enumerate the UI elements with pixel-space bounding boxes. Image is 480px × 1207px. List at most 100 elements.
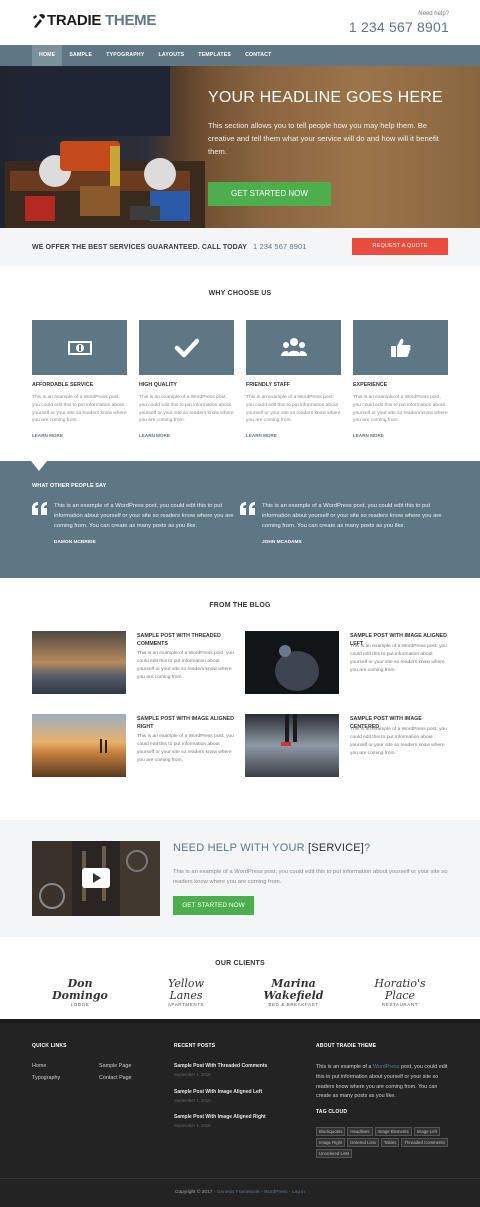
site-logo[interactable]: TRADIE THEME	[32, 12, 156, 29]
feature-experience: EXPERIENCE This is an example of a WordP…	[353, 320, 448, 438]
feature-icon-box	[139, 320, 234, 375]
nav-item-sample[interactable]: SAMPLE	[62, 45, 99, 66]
feature-icon-box	[353, 320, 448, 375]
blog-post[interactable]: SAMPLE POST WITH THREADED COMMENTS This …	[32, 631, 237, 694]
footer-link-typography[interactable]: Typography	[32, 1075, 60, 1081]
quote-icon	[240, 502, 255, 515]
post-thumbnail[interactable]	[32, 714, 126, 777]
post-excerpt: This is an example of a WordPress post, …	[137, 734, 234, 763]
logo-word-2: THEME	[105, 12, 157, 29]
learn-more-link[interactable]: LEARN MORE	[32, 433, 127, 438]
post-thumbnail[interactable]	[32, 631, 126, 694]
feature-desc: This is an example of a WordPress post, …	[246, 395, 341, 424]
footer-link-sample-page[interactable]: Sample Page	[99, 1063, 131, 1069]
client-logo: Marina Wakefield BED & BREAKFAST	[246, 978, 341, 1008]
wrench-icon	[33, 13, 45, 28]
testimonial: This is an example of a WordPress post, …	[32, 502, 237, 545]
tag-ordered-lists[interactable]: Ordered Lists	[347, 1138, 379, 1147]
feature-title: FRIENDLY STAFF	[246, 382, 291, 388]
tag-image-right[interactable]: Image Right	[316, 1138, 346, 1147]
tag-cloud-title: TAG CLOUD	[316, 1109, 348, 1115]
nav-item-home[interactable]: HOME	[32, 45, 63, 66]
recent-post[interactable]: Sample Post With Image Aligned Left Sept…	[174, 1089, 284, 1103]
post-excerpt: This is an example of a WordPress post, …	[137, 651, 234, 680]
nav-item-contact[interactable]: CONTACT	[238, 45, 278, 66]
tag-image-elements[interactable]: Image Elements	[374, 1127, 412, 1136]
site-header: TRADIE THEME Need help? 1 234 567 8901	[0, 0, 480, 45]
tag-cloud: Blockquotes Headlines Image Elements Ima…	[316, 1127, 451, 1160]
site-footer: QUICK LINKS Home Sample Page Typography …	[0, 1019, 480, 1207]
cta-section: NEED HELP WITH YOUR [SERVICE]? This is a…	[0, 820, 480, 937]
recent-post-title[interactable]: Sample Post With Threaded Comments	[174, 1063, 284, 1069]
clients-title: OUR CLIENTS	[215, 960, 265, 967]
login-link[interactable]: Log in	[292, 1190, 305, 1195]
footer-divider	[0, 1178, 480, 1179]
about-text-pre: This is an example of a	[316, 1064, 372, 1070]
recent-post-title[interactable]: Sample Post With Image Aligned Right	[174, 1114, 284, 1120]
nav-item-typography[interactable]: TYPOGRAPHY	[99, 45, 151, 66]
cta-heading-service: [SERVICE]	[308, 842, 365, 854]
services-bar-phone[interactable]: 1 234 567 8901	[253, 242, 307, 251]
testimonial-author: DAMON MCBRIDE	[54, 540, 96, 546]
hero-headline: YOUR HEADLINE GOES HERE	[208, 89, 443, 106]
learn-more-link[interactable]: LEARN MORE	[353, 433, 448, 438]
nav-item-templates[interactable]: TEMPLATES	[191, 45, 238, 66]
tag-unordered-lists[interactable]: Unordered Lists	[316, 1149, 353, 1158]
tag-image-left[interactable]: Image Left	[413, 1127, 440, 1136]
about-text: This is an example of a WordPress post, …	[316, 1063, 451, 1102]
main-nav: HOME SAMPLE TYPOGRAPHY LAYOUTS TEMPLATES…	[0, 45, 480, 66]
post-thumbnail[interactable]	[245, 714, 339, 777]
request-quote-button[interactable]: REQUEST A QUOTE	[352, 238, 448, 255]
client-subtitle: APARTMENTS	[167, 1002, 205, 1007]
feature-icon-box	[32, 320, 127, 375]
services-bar: WE OFFER THE BEST SERVICES GUARANTEED. C…	[0, 228, 480, 266]
client-subtitle: RESTAURANT	[381, 1002, 419, 1007]
learn-more-link[interactable]: LEARN MORE	[246, 433, 341, 438]
blog-post[interactable]: SAMPLE POST WITH IMAGE CENTERED This is …	[245, 714, 450, 777]
copyright-text: Copyright © 2017 ·	[175, 1190, 216, 1195]
feature-title: EXPERIENCE	[353, 382, 388, 388]
wordpress-link[interactable]: WordPress	[373, 1064, 400, 1070]
client-subtitle: LODGE	[70, 1002, 90, 1007]
cta-text: This is an example of a WordPress post, …	[173, 869, 448, 885]
feature-title: AFFORDABLE SERVICE	[32, 382, 94, 388]
recent-post[interactable]: Sample Post With Image Aligned Right Sep…	[174, 1114, 284, 1128]
footer-link-contact-page[interactable]: Contact Page	[99, 1075, 132, 1081]
recent-post-date: September 1, 2015	[174, 1098, 211, 1103]
tag-tables[interactable]: Tables	[380, 1138, 400, 1147]
tag-headlines[interactable]: Headlines	[347, 1127, 373, 1136]
client-name: Yellow Lanes	[168, 977, 204, 1002]
header-phone[interactable]: 1 234 567 8901	[349, 19, 449, 35]
video-player[interactable]	[32, 841, 160, 916]
tag-blockquotes[interactable]: Blockquotes	[316, 1127, 346, 1136]
recent-post[interactable]: Sample Post With Threaded Comments Septe…	[174, 1063, 284, 1077]
tag-threaded-comments[interactable]: Threaded Comments	[401, 1138, 448, 1147]
post-title[interactable]: SAMPLE POST WITH THREADED COMMENTS	[137, 632, 237, 648]
feature-desc: This is an example of a WordPress post, …	[353, 395, 448, 424]
recent-post-title[interactable]: Sample Post With Image Aligned Left	[174, 1089, 284, 1095]
get-started-button[interactable]: GET STARTED NOW	[208, 182, 331, 206]
testimonials-section: WHAT OTHER PEOPLE SAY This is an example…	[0, 461, 480, 578]
recent-post-date: September 1, 2015	[174, 1072, 211, 1077]
feature-quality: HIGH QUALITY This is an example of a Wor…	[139, 320, 234, 438]
client-subtitle: BED & BREAKFAST	[268, 1002, 319, 1007]
feature-icon-box	[246, 320, 341, 375]
cta-get-started-button[interactable]: GET STARTED NOW	[173, 896, 254, 915]
testimonial-author: JOHN MCADAMS	[262, 540, 302, 546]
footer-link-home[interactable]: Home	[32, 1063, 46, 1069]
feature-title: HIGH QUALITY	[139, 382, 177, 388]
post-title[interactable]: SAMPLE POST WITH IMAGE ALIGNED RIGHT	[137, 715, 237, 731]
blog-post[interactable]: SAMPLE POST WITH IMAGE ALIGNED LEFT This…	[245, 631, 450, 694]
blog-post[interactable]: SAMPLE POST WITH IMAGE ALIGNED RIGHT Thi…	[32, 714, 237, 777]
play-icon[interactable]	[82, 868, 110, 888]
nav-item-layouts[interactable]: LAYOUTS	[152, 45, 192, 66]
learn-more-link[interactable]: LEARN MORE	[139, 433, 234, 438]
testimonial: This is an example of a WordPress post, …	[240, 502, 445, 545]
section-notch	[31, 461, 47, 471]
genesis-framework-link[interactable]: Genesis Framework	[217, 1190, 260, 1195]
cta-heading-end: ?	[364, 842, 371, 854]
feature-desc: This is an example of a WordPress post, …	[32, 395, 127, 424]
wordpress-footer-link[interactable]: WordPress	[264, 1190, 288, 1195]
blog-title: FROM THE BLOG	[209, 602, 271, 609]
post-thumbnail[interactable]	[245, 631, 339, 694]
